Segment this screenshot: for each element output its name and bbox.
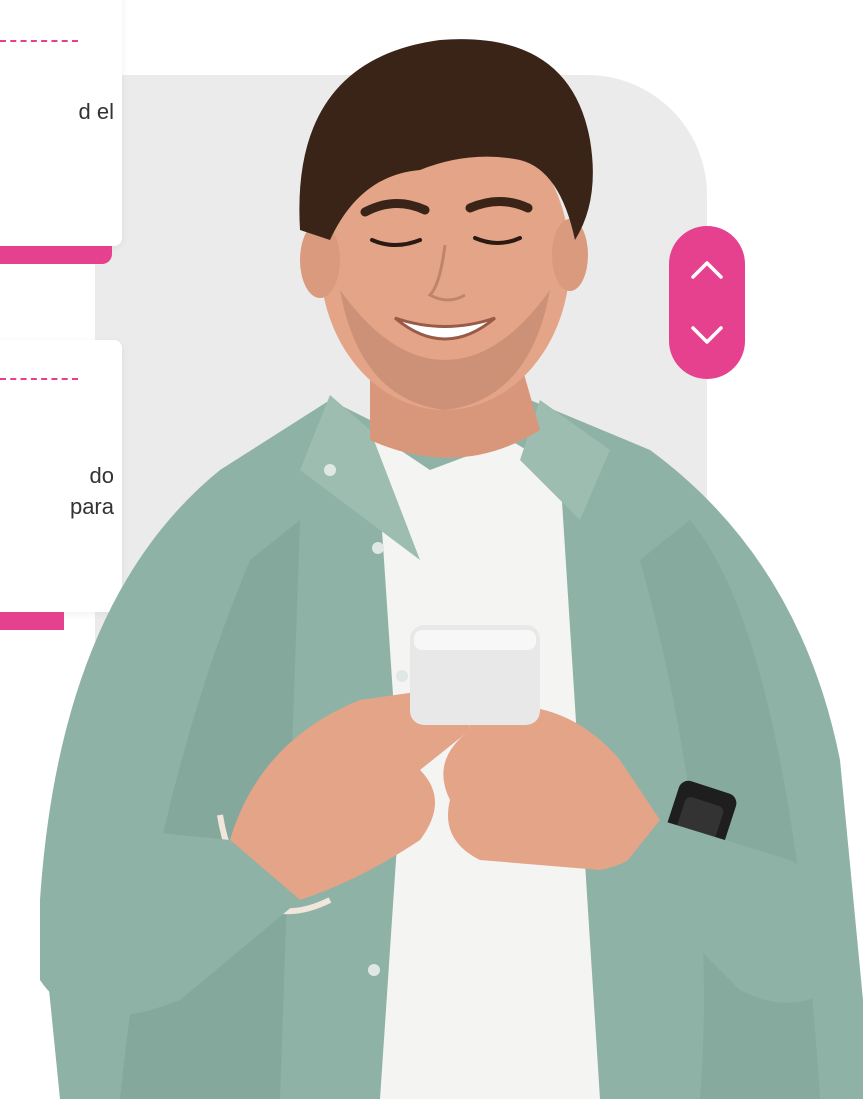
scroll-down-button[interactable]: [679, 308, 735, 364]
smiling-man-photo: [40, 39, 863, 1099]
scroll-up-button[interactable]: [679, 241, 735, 297]
chevron-up-icon: [691, 261, 723, 279]
page: d el do para: [0, 0, 863, 1099]
chevron-down-icon: [691, 326, 723, 344]
scroll-control: [669, 226, 745, 379]
